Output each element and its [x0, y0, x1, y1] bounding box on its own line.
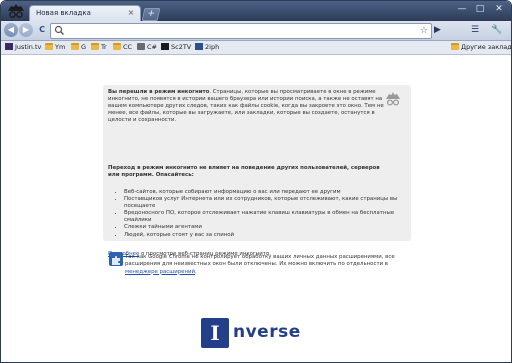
new-tab-button[interactable]: + [141, 8, 161, 21]
folder-icon [71, 43, 79, 50]
page-menu-icon[interactable]: ☰ [471, 24, 479, 37]
folder-icon [113, 43, 121, 50]
search-icon [54, 25, 64, 35]
incognito-spy-icon [386, 92, 400, 106]
bookmark-sc2tv[interactable]: Sc2TV [161, 42, 191, 53]
extensions-body: Так как Google Chrome не контролирует об… [125, 254, 395, 268]
bookmark-folder-cc[interactable]: CC [113, 42, 132, 53]
list-item: Веб-сайтов, которые собирают информацию … [124, 189, 414, 196]
bookmark-label: C# [147, 43, 157, 51]
back-button[interactable]: ◀ [4, 23, 18, 37]
wrench-icon[interactable]: 🔧 [491, 24, 502, 37]
inverse-watermark: I nverse [201, 318, 301, 348]
go-button[interactable]: ▶ [434, 24, 441, 37]
bookmark-folder-tr[interactable]: Tr [91, 42, 107, 53]
bookmark-label: Justin.tv [15, 43, 42, 51]
bookmark-folder-ym[interactable]: Ym [45, 42, 65, 53]
reload-button[interactable]: C [35, 23, 49, 37]
other-bookmarks[interactable]: Другие закладки [451, 42, 512, 53]
csharp-icon [137, 43, 145, 50]
minimize-button[interactable]: — [453, 3, 471, 15]
close-icon: ✕ [495, 4, 503, 14]
bookmark-justin-tv[interactable]: Justin.tv [5, 42, 41, 53]
incognito-warning: Переход в режим инкогнито не влияет на п… [108, 165, 380, 179]
list-item: Поставщиков услуг Интернета или их сотру… [124, 196, 414, 210]
tab-new-tab[interactable]: Новая вкладка × [29, 5, 141, 22]
bookmarks-bar: Justin.tv Ym G Tr CC C# Sc2TV 2iph Други… [1, 41, 511, 55]
incognito-spy-icon [8, 4, 24, 18]
folder-icon [91, 43, 99, 50]
navigation-toolbar: ◀ ▶ C ☆ ▶ ☰ 🔧 [1, 21, 511, 41]
browser-window: Новая вкладка × + — □ ✕ ◀ ▶ C ☆ ▶ ☰ 🔧 Ju… [0, 0, 512, 363]
extensions-manager-link[interactable]: менеджере расширений [125, 269, 195, 275]
bookmark-csharp[interactable]: C# [137, 42, 157, 53]
inverse-logo-badge: I [201, 318, 229, 348]
extensions-tail: . [194, 268, 197, 275]
other-bookmarks-label: Другие закладки [461, 43, 512, 51]
tab-close-icon[interactable]: × [126, 8, 136, 18]
bookmark-label: Ym [55, 43, 66, 51]
forward-button[interactable]: ▶ [19, 23, 33, 37]
title-bar: Новая вкладка × + — □ ✕ [1, 1, 511, 22]
extensions-text: Так как Google Chrome не контролирует об… [125, 254, 410, 275]
maximize-button[interactable]: □ [471, 3, 489, 15]
page-content: Вы перешли в режим инкогнито. Страницы, … [1, 55, 511, 362]
close-window-button[interactable]: ✕ [490, 3, 508, 15]
incognito-info-panel: Вы перешли в режим инкогнито. Страницы, … [103, 85, 414, 257]
puzzle-icon [109, 252, 123, 266]
bookmark-label: Tr [101, 43, 107, 51]
intro-title: Вы перешли в режим инкогнито [108, 89, 210, 95]
incognito-intro: Вы перешли в режим инкогнито. Страницы, … [108, 89, 388, 124]
bookmark-label: Sc2TV [171, 43, 192, 51]
maximize-icon: □ [475, 4, 485, 14]
list-item: Людей, которые стоят у вас за спиной [124, 232, 414, 239]
bookmark-label: G [81, 43, 87, 51]
folder-icon [45, 43, 53, 50]
bookmark-label: CC [123, 43, 133, 51]
2iph-icon [195, 43, 203, 50]
inverse-logo-word: nverse [233, 322, 301, 342]
tab-label: Новая вкладка [36, 9, 91, 17]
bookmark-star-icon[interactable]: ☆ [420, 25, 428, 37]
bookmark-2iph[interactable]: 2iph [195, 42, 219, 53]
folder-icon [451, 43, 459, 50]
minimize-icon: — [457, 4, 467, 14]
threat-list: Веб-сайтов, которые собирают информацию … [108, 189, 414, 239]
omnibox[interactable]: ☆ [50, 23, 432, 39]
bookmark-label: 2iph [205, 43, 220, 51]
list-item: Вредоносного ПО, которое отслеживает наж… [124, 210, 414, 224]
list-item: Слежки тайными агентами [124, 224, 414, 231]
sc2tv-icon [161, 43, 169, 50]
inverse-logo-letter: I [210, 321, 220, 345]
extensions-notice: Так как Google Chrome не контролирует об… [103, 245, 411, 275]
bookmark-folder-g[interactable]: G [71, 42, 86, 53]
justin-tv-icon [5, 43, 13, 50]
